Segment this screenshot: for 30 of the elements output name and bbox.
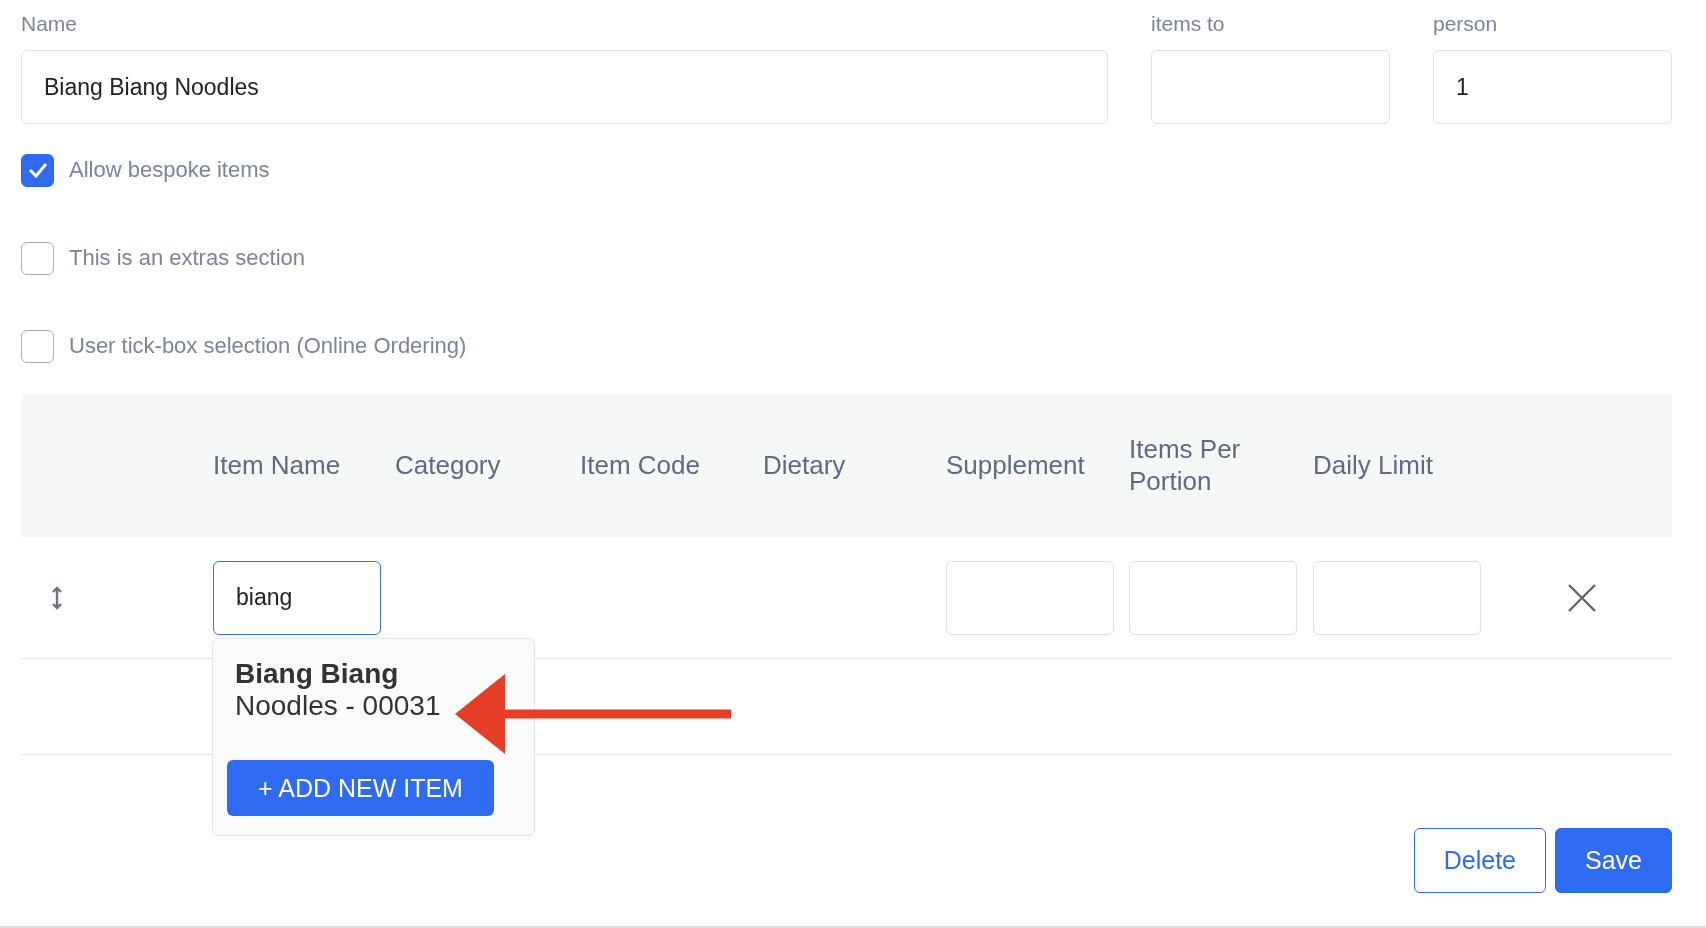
save-button[interactable]: Save [1555, 828, 1672, 893]
checkbox-label: User tick-box selection (Online Ordering) [69, 333, 467, 359]
column-header: Category [395, 449, 502, 482]
column-header: Supplement [946, 449, 1086, 482]
close-icon[interactable] [1567, 582, 1597, 613]
column-header: Daily Limit [1313, 449, 1434, 482]
checkbox[interactable] [21, 329, 54, 363]
column-header: Item Code [580, 449, 701, 482]
checkbox[interactable] [21, 241, 54, 275]
item-name-input[interactable]: biang [213, 560, 381, 635]
column-header: Items Per Portion [1129, 434, 1242, 497]
check-icon [27, 162, 48, 178]
suggestion-item[interactable]: Biang Biang Noodles - 00031 [227, 658, 457, 723]
column-header: Dietary [763, 449, 847, 482]
column-header: Item Name [213, 449, 342, 482]
drag-handle-icon[interactable] [51, 585, 63, 610]
supplement-input[interactable] [946, 560, 1114, 635]
number-input[interactable]: 1 [1433, 50, 1672, 124]
field-label: items to [1151, 12, 1226, 37]
checkbox-label: This is an extras section [69, 245, 305, 271]
field-label: Name [21, 12, 79, 37]
checkbox[interactable] [21, 153, 54, 187]
name-input[interactable]: Biang Biang Noodles [21, 50, 1108, 124]
items-per-portion-input[interactable] [1129, 560, 1297, 635]
daily-limit-input[interactable] [1313, 560, 1481, 635]
number-input[interactable] [1151, 50, 1390, 124]
add-item-button[interactable]: + ADD NEW ITEM [227, 760, 494, 816]
field-label: person [1433, 12, 1499, 37]
checkbox-label: Allow bespoke items [69, 157, 270, 183]
delete-button[interactable]: Delete [1413, 828, 1546, 893]
